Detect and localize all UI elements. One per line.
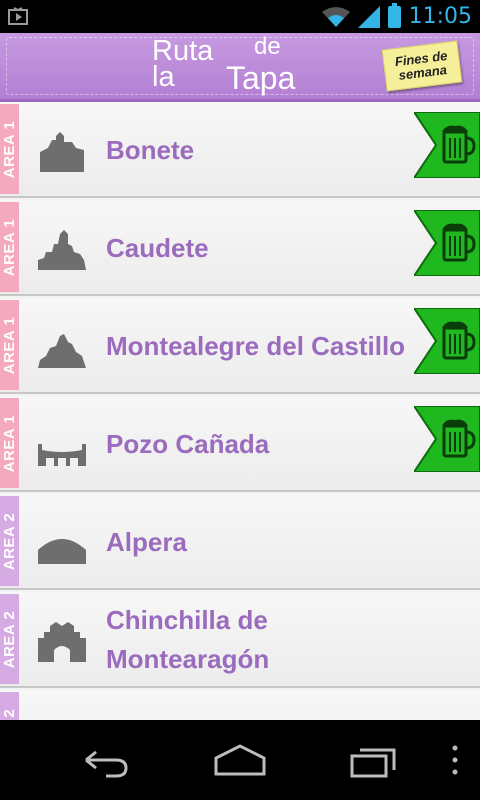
battery-icon	[387, 2, 401, 28]
arena-icon	[38, 444, 86, 466]
home-icon[interactable]	[214, 740, 266, 780]
wifi-icon	[321, 6, 350, 27]
cave-icon	[38, 539, 86, 564]
list-item[interactable]: AREA 1 Pozo Cañada	[0, 396, 480, 492]
weekend-label-line2: semana	[397, 62, 448, 83]
list-item[interactable]: AREA 2 Alpera	[0, 494, 480, 590]
item-name: Alpera	[106, 526, 187, 557]
weekend-button[interactable]: Fines de semana	[381, 40, 463, 92]
area-tag: AREA 1	[0, 104, 19, 194]
list-item[interactable]: AREA 1 Montealegre del Castillo	[0, 298, 480, 394]
item-name: Chinchilla de Montearagón	[106, 605, 270, 674]
app-header: Ruta de la Tapa Fines de semana	[0, 33, 480, 102]
beer-flag-icon[interactable]	[414, 210, 480, 276]
title-tapa: Tapa	[226, 60, 296, 96]
hilltop-church-icon	[38, 334, 86, 368]
item-name: Montealegre del Castillo	[106, 330, 406, 361]
area-tag: AREA 1	[0, 398, 19, 488]
app-title: Ruta de la Tapa	[150, 33, 320, 99]
beer-flag-icon[interactable]	[414, 406, 480, 472]
navigation-bar	[0, 720, 480, 800]
gate-icon	[38, 622, 86, 662]
item-name: Bonete	[106, 134, 195, 165]
notification-play-icon	[8, 7, 28, 25]
area-tag: AREA 2	[0, 692, 19, 720]
title-la: la	[152, 61, 175, 93]
town-list[interactable]: AREA 1 Bonete AREA 1 Caudete AREA 1 Mont…	[0, 102, 480, 720]
back-icon[interactable]	[82, 740, 130, 780]
signal-icon	[357, 5, 380, 28]
overflow-menu-icon[interactable]	[450, 740, 460, 780]
area-tag: AREA 2	[0, 496, 19, 586]
list-item[interactable]: AREA 2	[0, 690, 480, 720]
list-item[interactable]: AREA 1 Bonete	[0, 102, 480, 198]
beer-flag-icon[interactable]	[414, 112, 480, 178]
castle-icon	[38, 230, 86, 270]
recent-apps-icon[interactable]	[350, 740, 400, 780]
list-item[interactable]: AREA 2 Chinchilla de Montearagón	[0, 592, 480, 688]
beer-flag-icon[interactable]	[414, 308, 480, 374]
area-tag: AREA 2	[0, 594, 19, 684]
area-tag: AREA 1	[0, 202, 19, 292]
title-de: de	[254, 33, 281, 60]
status-time: 11:05	[408, 4, 472, 29]
item-name: Pozo Cañada	[106, 428, 270, 459]
status-bar: 11:05	[0, 0, 480, 33]
list-item[interactable]: AREA 1 Caudete	[0, 200, 480, 296]
area-tag: AREA 1	[0, 300, 19, 390]
church-icon	[40, 132, 84, 172]
item-name: Caudete	[106, 232, 209, 263]
